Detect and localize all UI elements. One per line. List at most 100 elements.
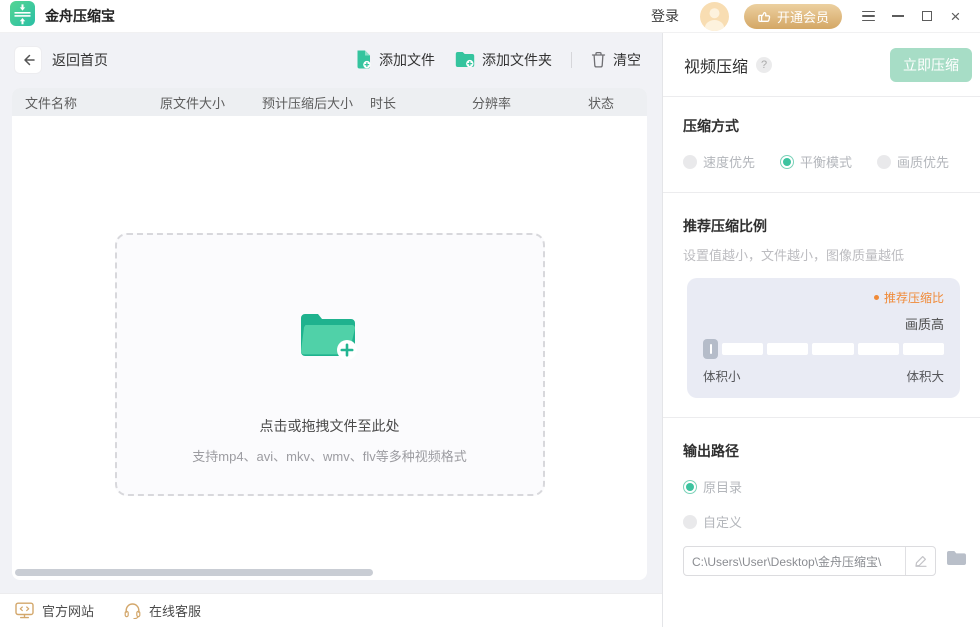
title-bar: 金舟压缩宝 登录 开通会员 × xyxy=(0,0,980,33)
compression-ratio-title: 推荐压缩比例 xyxy=(683,216,967,236)
column-duration: 时长 xyxy=(357,93,459,112)
file-dropzone[interactable]: 点击或拖拽文件至此处 支持mp4、avi、mkv、wmv、flv等多种视频格式 xyxy=(115,233,545,496)
radio-circle-selected xyxy=(780,155,794,169)
clear-label: 清空 xyxy=(613,50,641,70)
close-button[interactable]: × xyxy=(941,1,970,31)
app-logo-icon xyxy=(10,1,35,31)
column-status: 状态 xyxy=(575,93,647,112)
folder-add-icon xyxy=(297,309,363,366)
slider-segment[interactable] xyxy=(858,343,899,355)
back-home-label[interactable]: 返回首页 xyxy=(52,50,108,70)
radio-circle xyxy=(683,155,697,169)
output-path-input[interactable]: C:\Users\User\Desktop\金舟压缩宝\ xyxy=(683,546,936,576)
slider-handle[interactable] xyxy=(703,339,718,359)
recommended-ratio-badge: 推荐压缩比 xyxy=(703,289,944,306)
dropzone-subtitle: 支持mp4、avi、mkv、wmv、flv等多种视频格式 xyxy=(192,446,466,465)
orange-dot-icon xyxy=(874,295,879,300)
slider-labels: 体积小 体积大 xyxy=(703,366,944,385)
add-file-button[interactable]: 添加文件 xyxy=(349,46,441,74)
output-path-title: 输出路径 xyxy=(683,441,967,461)
column-original-size: 原文件大小 xyxy=(147,93,249,112)
arrow-left-icon xyxy=(20,52,36,68)
radio-original-directory[interactable]: 原目录 xyxy=(683,477,967,496)
badge-label: 推荐压缩比 xyxy=(884,289,944,306)
radio-circle xyxy=(877,155,891,169)
menu-icon[interactable] xyxy=(854,1,883,31)
toolbar: 返回首页 添加文件 xyxy=(0,33,662,86)
file-list-body: 点击或拖拽文件至此处 支持mp4、avi、mkv、wmv、flv等多种视频格式 xyxy=(12,116,647,580)
slider-segment[interactable] xyxy=(722,343,763,355)
add-folder-button[interactable]: 添加文件夹 xyxy=(449,46,558,74)
radio-speed-priority[interactable]: 速度优先 xyxy=(683,152,755,171)
vip-label: 开通会员 xyxy=(777,7,829,26)
clear-button[interactable]: 清空 xyxy=(585,46,647,74)
compression-mode-title: 压缩方式 xyxy=(683,116,967,136)
radio-label: 画质优先 xyxy=(897,152,949,171)
radio-label: 原目录 xyxy=(703,477,742,496)
trash-icon xyxy=(591,51,606,68)
folder-icon xyxy=(946,550,967,567)
radio-balanced-mode[interactable]: 平衡模式 xyxy=(780,152,852,171)
slider-segment[interactable] xyxy=(812,343,853,355)
horizontal-scrollbar[interactable] xyxy=(15,569,373,576)
file-list-card: 文件名称 原文件大小 预计压缩后大小 时长 分辨率 状态 xyxy=(12,88,647,580)
online-support-label: 在线客服 xyxy=(149,601,201,620)
compress-now-button[interactable]: 立即压缩 xyxy=(890,48,972,82)
radio-label: 平衡模式 xyxy=(800,152,852,171)
slider-segment[interactable] xyxy=(903,343,944,355)
thumb-up-icon xyxy=(757,9,772,24)
panel-header: 视频压缩 ? 立即压缩 xyxy=(663,33,980,97)
slider-segment[interactable] xyxy=(767,343,808,355)
radio-label: 自定义 xyxy=(703,512,742,531)
size-small-label: 体积小 xyxy=(703,366,741,385)
avatar[interactable] xyxy=(700,2,729,31)
toolbar-actions: 添加文件 添加文件夹 xyxy=(349,46,647,74)
settings-panel: 视频压缩 ? 立即压缩 压缩方式 速度优先 平衡模式 xyxy=(663,33,980,627)
official-website-link[interactable]: 官方网站 xyxy=(15,601,94,620)
radio-custom-directory[interactable]: 自定义 xyxy=(683,512,967,531)
add-folder-label: 添加文件夹 xyxy=(482,50,552,70)
monitor-icon xyxy=(15,602,34,619)
headset-icon xyxy=(124,602,141,619)
add-folder-icon xyxy=(455,51,475,68)
maximize-button[interactable] xyxy=(912,1,941,31)
radio-circle-selected xyxy=(683,480,697,494)
main-area: 返回首页 添加文件 xyxy=(0,33,980,627)
add-file-label: 添加文件 xyxy=(379,50,435,70)
window-controls: × xyxy=(854,1,970,31)
back-button[interactable] xyxy=(14,46,42,74)
compression-ratio-hint: 设置值越小，文件越小，图像质量越低 xyxy=(683,245,967,264)
radio-quality-priority[interactable]: 画质优先 xyxy=(877,152,949,171)
radio-circle xyxy=(683,515,697,529)
toolbar-divider xyxy=(571,52,572,68)
app-title: 金舟压缩宝 xyxy=(45,6,115,26)
column-estimated-size: 预计压缩后大小 xyxy=(249,93,357,112)
help-icon[interactable]: ? xyxy=(756,57,772,73)
add-file-icon xyxy=(355,50,372,69)
column-file-name: 文件名称 xyxy=(12,93,147,112)
compression-mode-section: 压缩方式 速度优先 平衡模式 画质优先 xyxy=(663,97,980,193)
pencil-icon xyxy=(914,554,928,568)
edit-path-button[interactable] xyxy=(905,547,935,575)
ratio-slider-card: 推荐压缩比 画质高 体积小 体积大 xyxy=(687,278,960,398)
output-path-row: C:\Users\User\Desktop\金舟压缩宝\ xyxy=(683,546,967,576)
browse-folder-button[interactable] xyxy=(946,550,967,572)
radio-label: 速度优先 xyxy=(703,152,755,171)
official-website-label: 官方网站 xyxy=(42,601,94,620)
compression-ratio-section: 推荐压缩比例 设置值越小，文件越小，图像质量越低 推荐压缩比 画质高 xyxy=(663,193,980,418)
dropzone-title: 点击或拖拽文件至此处 xyxy=(260,416,400,436)
size-large-label: 体积大 xyxy=(906,366,944,385)
app-window: 金舟压缩宝 登录 开通会员 × xyxy=(0,0,980,627)
open-vip-button[interactable]: 开通会员 xyxy=(744,4,842,29)
login-link[interactable]: 登录 xyxy=(651,6,679,26)
column-resolution: 分辨率 xyxy=(459,93,575,112)
minimize-button[interactable] xyxy=(883,1,912,31)
output-path-section: 输出路径 原目录 自定义 C:\Users\User\Desktop\金舟压缩宝… xyxy=(663,418,980,627)
footer-bar: 官方网站 在线客服 xyxy=(0,593,662,627)
file-table-header: 文件名称 原文件大小 预计压缩后大小 时长 分辨率 状态 xyxy=(12,88,647,116)
quality-high-label: 画质高 xyxy=(703,314,944,333)
panel-title: 视频压缩 xyxy=(684,53,748,77)
left-pane: 返回首页 添加文件 xyxy=(0,33,663,627)
online-support-link[interactable]: 在线客服 xyxy=(124,601,201,620)
ratio-slider[interactable] xyxy=(703,339,944,359)
